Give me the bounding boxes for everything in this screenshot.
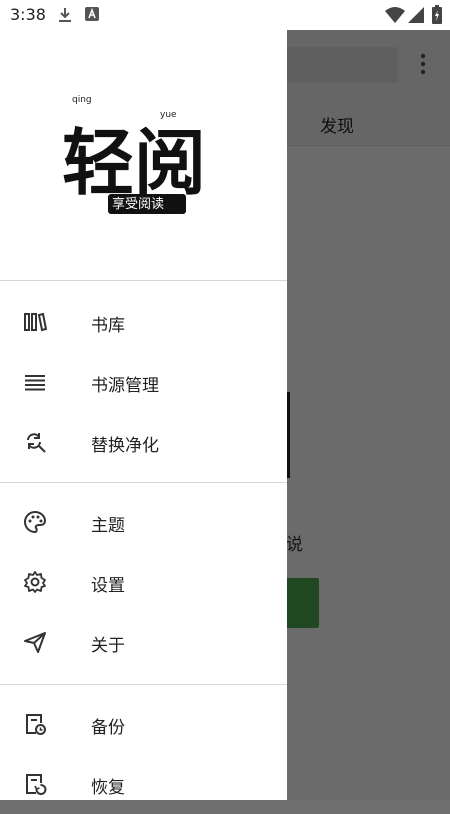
drawer-item-label: 恢复 [91,778,125,798]
drawer-item-bookshelf[interactable]: 书库 [0,292,287,352]
svg-text:qing: qing [72,95,92,105]
drawer-item-label: 关于 [91,636,125,656]
drawer-item-label: 书库 [91,316,125,336]
svg-text:享受阅读: 享受阅读 [112,196,164,212]
drawer-item-replace-rules[interactable]: 替换净化 [0,412,287,472]
drawer-item-restore[interactable]: 恢复 [0,754,287,814]
a-badge-icon [85,7,99,21]
signal-icon [408,7,424,23]
svg-text:yue: yue [160,110,177,120]
battery-charging-icon [432,5,442,24]
drawer-item-label: 书源管理 [91,376,159,396]
palette-icon [24,510,47,534]
list-icon [25,375,45,391]
find-replace-icon [27,433,46,453]
svg-text:轻阅: 轻阅 [62,120,206,205]
bookshelf-icon [24,312,47,332]
navigation-drawer: qing yue 轻阅 享受阅读 书库 书源管理 替换净化 主题 设置 关于 备… [0,30,287,800]
drawer-item-settings[interactable]: 设置 [0,552,287,612]
restore-icon [26,774,47,795]
drawer-item-label: 备份 [91,718,125,738]
drawer-group-library: 书库 书源管理 替换净化 [0,281,287,483]
drawer-item-theme[interactable]: 主题 [0,492,287,552]
status-bar: 3:38 [0,0,450,30]
drawer-group-settings: 主题 设置 关于 [0,483,287,685]
drawer-item-backup[interactable]: 备份 [0,694,287,754]
wifi-icon [385,7,405,23]
drawer-item-book-source[interactable]: 书源管理 [0,352,287,412]
gear-icon [24,571,46,593]
drawer-item-label: 替换净化 [91,436,159,456]
drawer-header: qing yue 轻阅 享受阅读 [0,30,287,281]
status-time: 3:38 [10,5,46,24]
download-icon [59,8,71,22]
drawer-item-about[interactable]: 关于 [0,612,287,672]
drawer-group-data: 备份 恢复 [0,685,287,800]
drawer-item-label: 主题 [91,516,125,536]
drawer-item-label: 设置 [91,576,125,596]
backup-icon [26,714,46,735]
send-icon [24,632,46,653]
app-logo: qing yue 轻阅 享受阅读 [62,95,206,214]
